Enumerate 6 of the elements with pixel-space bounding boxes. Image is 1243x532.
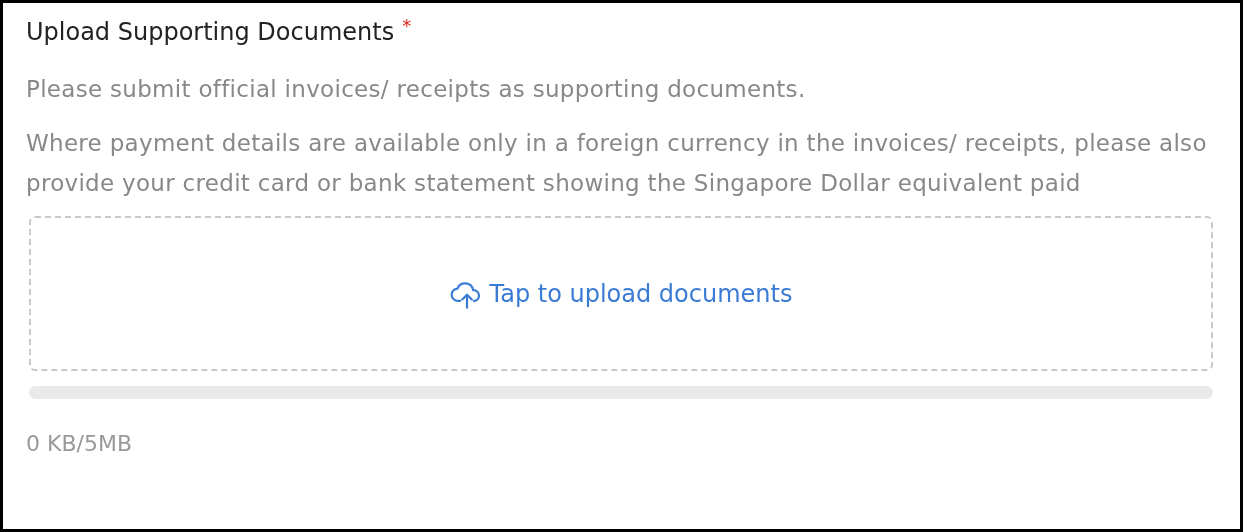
- size-reading: 0 KB/5MB: [26, 431, 133, 456]
- instruction-text: Please submit official invoices/ receipts as supporting documents.: [26, 75, 807, 104]
- instruction-text: Where payment details are available only in a foreign currency in the invoices/ receipts, please also provide your credit card or bank statement showing the Singapore Dollar equivalent paid: [26, 129, 1208, 198]
- required-mark: *: [402, 17, 412, 35]
- upload-dropzone[interactable]: Tap to upload documents: [29, 216, 1213, 371]
- field-label: Upload Supporting Documents: [26, 17, 395, 47]
